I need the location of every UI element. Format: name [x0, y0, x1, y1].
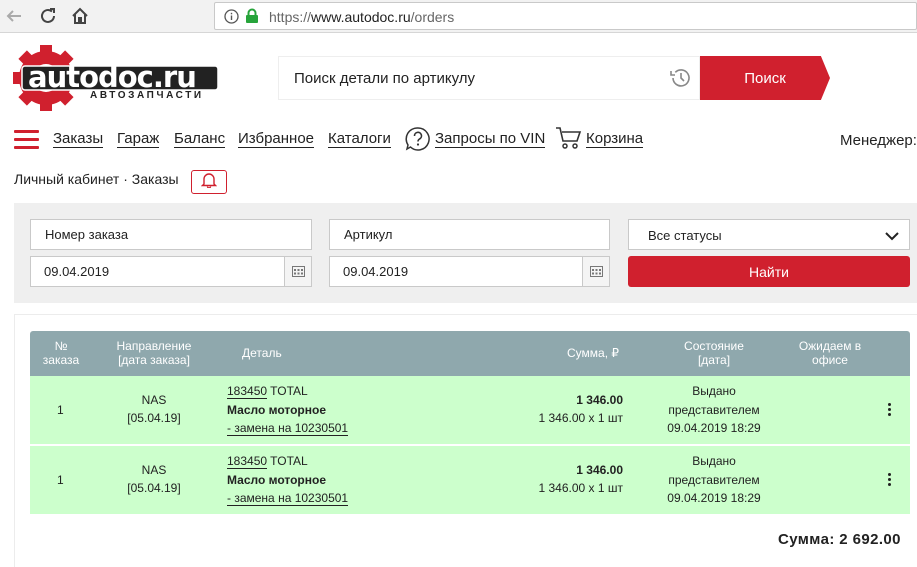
nav-garage[interactable]: Гараж — [117, 130, 160, 148]
manager-label: Менеджер: — [840, 132, 917, 149]
info-icon[interactable] — [224, 9, 239, 29]
cart-icon[interactable] — [555, 125, 583, 156]
col-direction: Направление [дата заказа] — [116, 339, 192, 367]
order-number: 1 — [57, 473, 64, 487]
search-button[interactable]: Поиск — [700, 56, 830, 100]
article-field[interactable]: Артикул — [329, 219, 610, 250]
order-filters: Номер заказа Артикул Все статусы 09.04.2… — [14, 203, 917, 303]
breadcrumb: Личный кабинет · Заказы — [14, 171, 179, 187]
date-to-field[interactable]: 09.04.2019 — [329, 256, 610, 287]
autodoc-logo[interactable]: autodoc.ru АВТОЗАПЧАСТИ — [12, 44, 222, 114]
order-number: 1 — [57, 403, 64, 417]
direction: NAS — [141, 393, 167, 407]
more-options-icon[interactable] — [888, 403, 892, 418]
table-row[interactable]: 1 NAS [05.04.19] 183450 TOTAL Масло мото… — [30, 446, 910, 514]
nav-balance[interactable]: Баланс — [174, 130, 226, 148]
part-search-input[interactable] — [278, 56, 700, 100]
home-icon[interactable] — [70, 6, 90, 26]
part-name: Масло моторное — [227, 403, 326, 417]
article-link[interactable]: 183450 — [227, 384, 268, 399]
col-state: Состояние [дата] — [684, 339, 744, 367]
url-text: https://www.autodoc.ru/orders — [269, 9, 455, 25]
notifications-button[interactable] — [191, 170, 227, 194]
state-date: 09.04.2019 18:29 — [667, 491, 761, 505]
date-from-field[interactable]: 09.04.2019 — [30, 256, 312, 287]
replacement-link[interactable]: - замена на 10230501 — [227, 491, 349, 506]
status-select-value: Все статусы — [648, 228, 722, 243]
history-icon[interactable] — [668, 67, 692, 94]
bell-icon — [200, 172, 218, 193]
back-arrow-icon[interactable] — [4, 6, 24, 26]
order-number-field[interactable]: Номер заказа — [30, 219, 312, 250]
calendar-icon[interactable] — [582, 257, 609, 286]
orders-total: Сумма: 2 692.00 — [778, 531, 901, 548]
row-sum: 1 346.00 — [576, 393, 623, 407]
table-row[interactable]: 1 NAS [05.04.19] 183450 TOTAL Масло мото… — [30, 376, 910, 444]
more-options-icon[interactable] — [888, 473, 892, 488]
row-sum: 1 346.00 — [576, 463, 623, 477]
date-from-value: 09.04.2019 — [44, 264, 110, 279]
order-date: [05.04.19] — [127, 481, 181, 495]
nav-catalogs[interactable]: Каталоги — [328, 130, 391, 148]
nav-cart[interactable]: Корзина — [586, 130, 644, 148]
nav-vin-requests[interactable]: Запросы по VIN — [435, 130, 546, 148]
orders-table-header: № заказа Направление [дата заказа] Деталь … — [30, 331, 910, 376]
question-icon[interactable] — [405, 126, 431, 157]
state-line1: Выдано — [692, 384, 736, 398]
state-date: 09.04.2019 18:29 — [667, 421, 761, 435]
part-name: Масло моторное — [227, 473, 326, 487]
chevron-down-icon — [885, 228, 899, 246]
order-date: [05.04.19] — [127, 411, 181, 425]
nav-favorites[interactable]: Избранное — [238, 130, 315, 148]
article-link[interactable]: 183450 — [227, 454, 268, 469]
state-line2: представителем — [668, 473, 760, 487]
replacement-link[interactable]: - замена на 10230501 — [227, 421, 349, 436]
price-qty: 1 346.00 x 1 шт — [538, 411, 623, 425]
menu-icon[interactable] — [14, 130, 39, 150]
state-line1: Выдано — [692, 454, 736, 468]
main-navigation: Заказы Гараж Баланс Избранное Каталоги З… — [14, 126, 917, 154]
browser-toolbar: https://www.autodoc.ru/orders — [0, 0, 917, 33]
nav-orders[interactable]: Заказы — [53, 130, 104, 148]
price-qty: 1 346.00 x 1 шт — [538, 481, 623, 495]
reload-icon[interactable] — [38, 6, 58, 26]
part-search: Поиск — [278, 56, 830, 100]
logo-tagline: АВТОЗАПЧАСТИ — [90, 90, 204, 101]
col-sum: Сумма, ₽ — [567, 346, 620, 360]
part-title: 183450 TOTAL — [227, 454, 308, 469]
direction: NAS — [141, 463, 167, 477]
col-detail: Деталь — [242, 346, 282, 360]
find-button[interactable]: Найти — [628, 256, 910, 287]
state-line2: представителем — [668, 403, 760, 417]
col-expect: Ожидаем в офисе — [798, 339, 862, 367]
date-to-value: 09.04.2019 — [343, 264, 409, 279]
lock-icon — [245, 8, 259, 29]
part-title: 183450 TOTAL — [227, 384, 308, 399]
calendar-icon[interactable] — [284, 257, 311, 286]
status-select[interactable]: Все статусы — [628, 219, 910, 250]
logo-text: autodoc.ru — [28, 60, 197, 94]
address-bar[interactable]: https://www.autodoc.ru/orders — [214, 2, 917, 30]
col-number: № заказа — [42, 339, 80, 367]
